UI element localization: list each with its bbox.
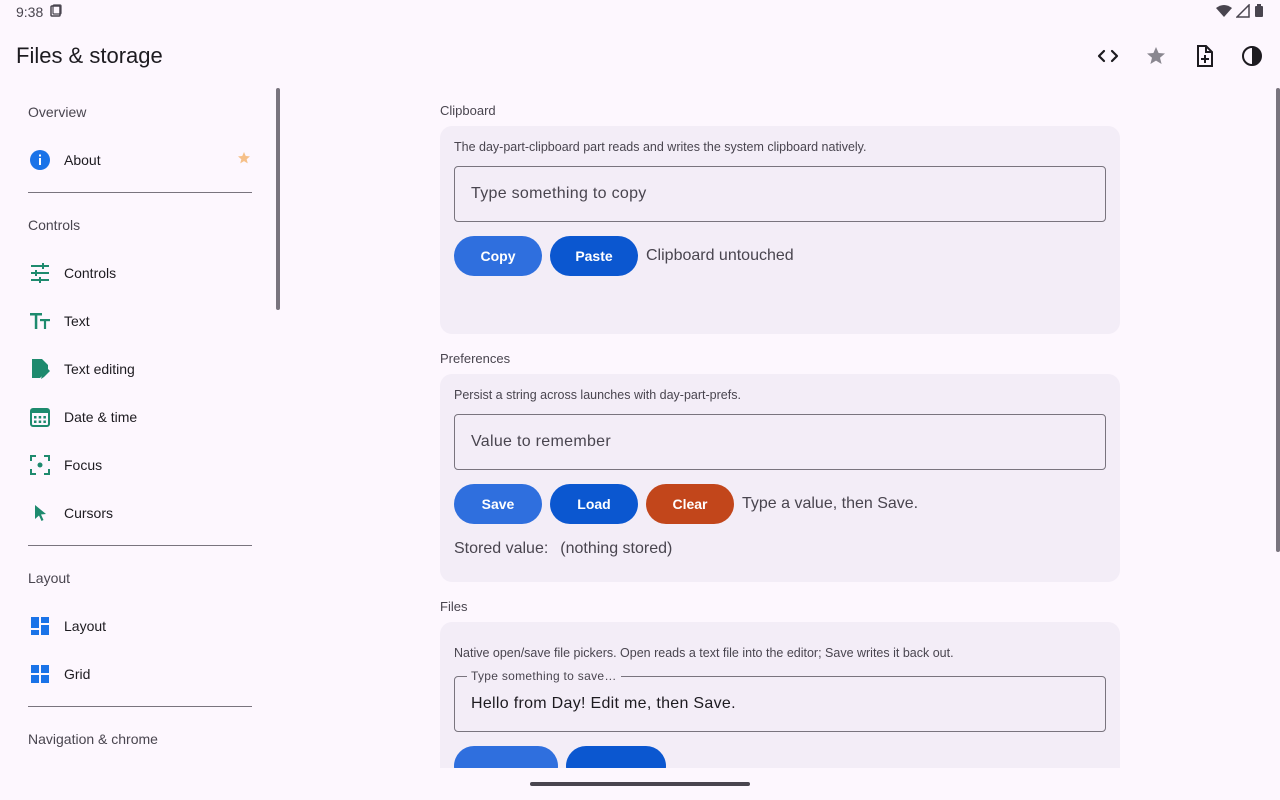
clipboard-input[interactable]: Type something to copy bbox=[454, 166, 1106, 222]
clear-button[interactable]: Clear bbox=[646, 484, 734, 524]
clipboard-status: Clipboard untouched bbox=[646, 247, 794, 264]
gesture-navigation-bar[interactable] bbox=[530, 782, 750, 786]
preferences-input[interactable]: Value to remember bbox=[454, 414, 1106, 470]
preferences-card-title: Preferences bbox=[440, 351, 511, 366]
load-button[interactable]: Load bbox=[550, 484, 638, 524]
section-header-overview: Overview bbox=[28, 104, 87, 120]
paste-button[interactable]: Paste bbox=[550, 236, 638, 276]
section-header-layout: Layout bbox=[28, 570, 71, 586]
sidebar-item-cursors[interactable]: Cursors bbox=[0, 489, 280, 537]
divider bbox=[28, 706, 252, 707]
page-title: Files & storage bbox=[16, 43, 163, 68]
tune-icon bbox=[28, 261, 52, 285]
sidebar-item-about[interactable]: About bbox=[0, 136, 280, 184]
divider bbox=[28, 545, 252, 546]
sidebar-item-text-editing[interactable]: Text editing bbox=[0, 345, 280, 393]
clipboard-card-title: Clipboard bbox=[440, 103, 496, 118]
text-fields-icon bbox=[28, 309, 52, 333]
sidebar-item-date-time[interactable]: Date & time bbox=[0, 393, 280, 441]
calendar-icon bbox=[28, 405, 52, 429]
note-add-icon[interactable] bbox=[1192, 44, 1216, 68]
contrast-icon[interactable] bbox=[1240, 44, 1264, 68]
sidebar-item-grid[interactable]: Grid bbox=[0, 650, 280, 698]
save-button[interactable]: Save bbox=[454, 484, 542, 524]
sidebar-item-partial[interactable] bbox=[0, 763, 280, 768]
section-header-controls: Controls bbox=[28, 217, 81, 233]
navigation-drawer: Overview About Controls Controls Text Te… bbox=[0, 88, 280, 768]
sidebar-item-label: Text editing bbox=[64, 361, 135, 377]
focus-icon bbox=[28, 453, 52, 477]
divider bbox=[28, 192, 252, 193]
code-icon[interactable] bbox=[1096, 44, 1120, 68]
files-editor-input[interactable]: Type something to save… Hello from Day! … bbox=[454, 669, 1106, 732]
preferences-description: Persist a string across launches with da… bbox=[454, 388, 741, 402]
sidebar-item-label: Cursors bbox=[64, 505, 114, 521]
main-content: Clipboard The day-part-clipboard part re… bbox=[440, 88, 1120, 768]
sidebar-item-focus[interactable]: Focus bbox=[0, 441, 280, 489]
copy-button[interactable]: Copy bbox=[454, 236, 542, 276]
sidebar-item-text[interactable]: Text bbox=[0, 297, 280, 345]
sidebar-scrollbar[interactable] bbox=[276, 88, 280, 310]
files-card-title: Files bbox=[440, 599, 468, 614]
stored-value: (nothing stored) bbox=[560, 540, 673, 557]
sidebar-item-controls[interactable]: Controls bbox=[0, 249, 280, 297]
preferences-card: Persist a string across launches with da… bbox=[440, 374, 1120, 582]
sidebar-item-label: Focus bbox=[64, 457, 103, 473]
grid-icon bbox=[28, 662, 52, 686]
sidebar-item-label: About bbox=[64, 152, 101, 168]
edit-document-icon bbox=[28, 357, 52, 381]
open-button[interactable] bbox=[454, 746, 558, 768]
files-input-value: Hello from Day! Edit me, then Save. bbox=[471, 695, 736, 712]
clipboard-card: The day-part-clipboard part reads and wr… bbox=[440, 126, 1120, 334]
section-header-navigation: Navigation & chrome bbox=[28, 731, 158, 747]
files-description: Native open/save file pickers. Open read… bbox=[454, 646, 954, 660]
top-app-bar: Files & storage bbox=[0, 24, 1280, 88]
favorite-star-icon[interactable] bbox=[236, 150, 252, 169]
dashboard-icon bbox=[28, 614, 52, 638]
sidebar-item-label: Grid bbox=[64, 666, 91, 682]
sidebar-item-layout[interactable]: Layout bbox=[0, 602, 280, 650]
main-scrollbar[interactable] bbox=[1276, 88, 1280, 552]
battery-icon bbox=[1254, 3, 1264, 21]
sidebar-item-label: Controls bbox=[64, 265, 117, 281]
info-icon bbox=[28, 148, 52, 172]
status-time: 9:38 bbox=[16, 4, 44, 20]
preferences-status: Type a value, then Save. bbox=[742, 495, 919, 512]
star-icon[interactable] bbox=[1144, 44, 1168, 68]
sidebar-item-label: Text bbox=[64, 313, 90, 329]
signal-icon bbox=[1235, 2, 1250, 21]
files-input-label: Type something to save… bbox=[467, 669, 621, 683]
notification-icon bbox=[49, 3, 63, 21]
save-file-button[interactable] bbox=[566, 746, 666, 768]
stored-value-label: Stored value: bbox=[454, 540, 549, 557]
files-card: Native open/save file pickers. Open read… bbox=[440, 622, 1120, 768]
wifi-icon bbox=[1216, 4, 1232, 21]
cursor-icon bbox=[28, 501, 52, 525]
status-bar: 9:38 bbox=[0, 0, 1280, 24]
sidebar-item-label: Date & time bbox=[64, 409, 138, 425]
sidebar-item-label: Layout bbox=[64, 618, 107, 634]
clipboard-description: The day-part-clipboard part reads and wr… bbox=[454, 140, 867, 154]
